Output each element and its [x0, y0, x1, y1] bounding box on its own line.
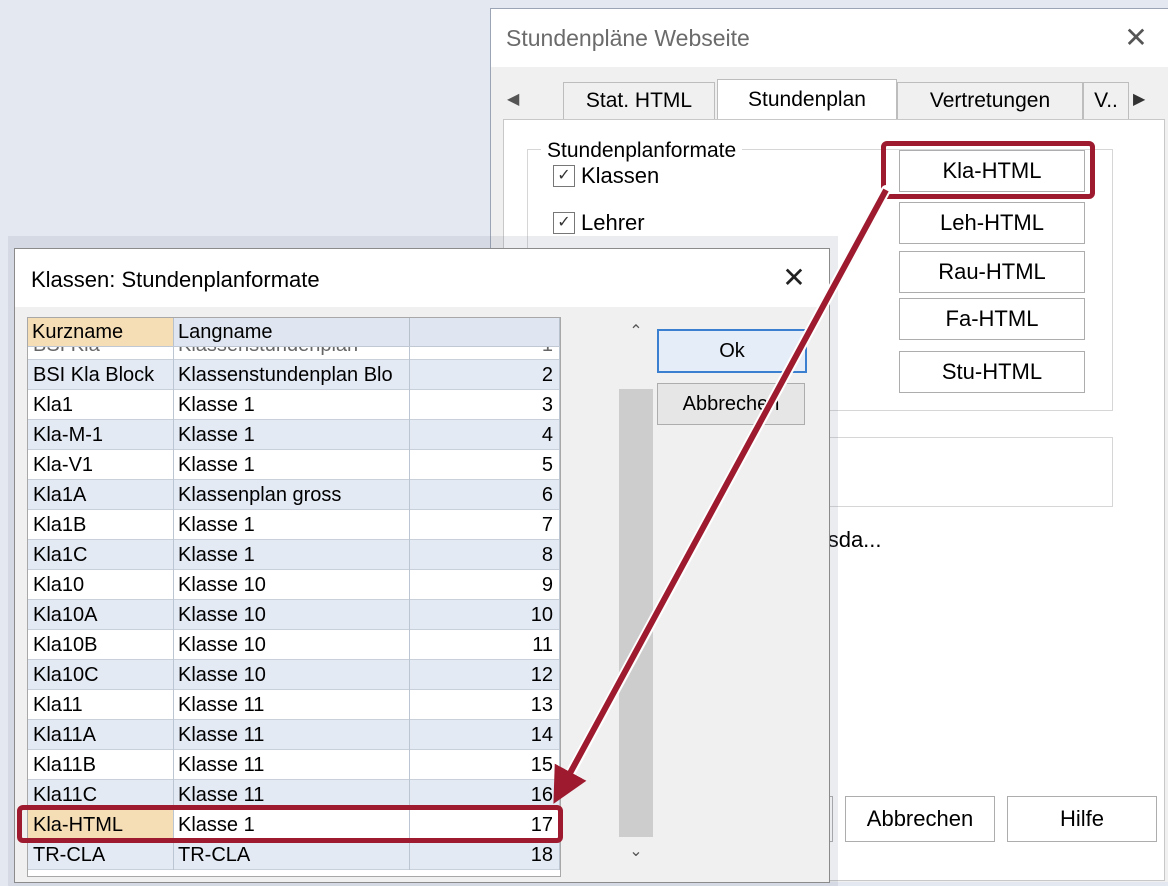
langname-cell: TR-CLA — [174, 840, 410, 870]
table-row[interactable]: BSI Kla Block Klassenstundenplan Blo 2 — [28, 360, 560, 390]
langname-cell: Klasse 1 — [174, 510, 410, 540]
table-row[interactable]: TR-CLA TR-CLA 18 — [28, 840, 560, 870]
langname-cell: Klasse 1 — [174, 420, 410, 450]
number-cell: 13 — [410, 690, 560, 720]
fa-html-button[interactable]: Fa-HTML — [899, 298, 1085, 340]
annotation-box-kla-html-row — [17, 805, 563, 843]
langname-cell: Klasse 10 — [174, 660, 410, 690]
stu-html-button[interactable]: Stu-HTML — [899, 351, 1085, 393]
number-cell: 10 — [410, 600, 560, 630]
table-row[interactable]: Kla1B Klasse 17 — [28, 510, 560, 540]
number-cell: 11 — [410, 630, 560, 660]
langname-cell: Klasse 1 — [174, 540, 410, 570]
rau-html-button[interactable]: Rau-HTML — [899, 251, 1085, 293]
kurzname-cell: Kla-M-1 — [28, 420, 174, 450]
kurzname-cell: BSI Kla Block — [28, 360, 174, 390]
table-row[interactable]: Kla11B Klasse 11 15 — [28, 750, 560, 780]
number-cell: 8 — [410, 540, 560, 570]
dialog-title: Stundenpläne Webseite — [506, 25, 750, 51]
klassen-checkbox[interactable]: ✓ — [553, 165, 575, 187]
close-icon[interactable]: ✕ — [779, 263, 809, 293]
column-header-kurzname[interactable]: Kurzname — [28, 318, 174, 346]
number-cell: 9 — [410, 570, 560, 600]
kurzname-cell: Kla10B — [28, 630, 174, 660]
number-cell: 6 — [410, 480, 560, 510]
scroll-down-icon[interactable]: ⌄ — [619, 841, 653, 865]
table-row[interactable]: Kla-M-1 Klasse 14 — [28, 420, 560, 450]
group-title: Stundenplanformate — [541, 139, 743, 163]
ok-button[interactable]: Ok — [657, 329, 807, 373]
column-header-number[interactable] — [410, 318, 560, 346]
table-row[interactable]: Kla1 Klasse 13 — [28, 390, 560, 420]
kurzname-cell: Kla10C — [28, 660, 174, 690]
table-row[interactable]: Kla10 Klasse 10 9 — [28, 570, 560, 600]
close-icon[interactable]: ✕ — [1121, 23, 1151, 53]
klassen-stundenplanformate-dialog: Klassen: Stundenplanformate ✕ BSI Kla Kl… — [14, 248, 830, 883]
kurzname-cell: Kla10A — [28, 600, 174, 630]
table-row[interactable]: Kla-V1 Klasse 15 — [28, 450, 560, 480]
langname-cell: Klasse 10 — [174, 570, 410, 600]
dialog-titlebar: Klassen: Stundenplanformate ✕ — [15, 249, 829, 307]
kurzname-cell: Kla1 — [28, 390, 174, 420]
scroll-up-icon[interactable]: ⌃ — [619, 321, 653, 351]
number-cell: 18 — [410, 840, 560, 870]
tab-scroll-right-icon[interactable]: ▶ — [1133, 89, 1145, 109]
table-row[interactable]: Kla10A Klasse 10 10 — [28, 600, 560, 630]
table-row[interactable]: Kla10C Klasse 10 12 — [28, 660, 560, 690]
langname-cell: Klasse 10 — [174, 600, 410, 630]
langname-cell: Klasse 10 — [174, 630, 410, 660]
abbrechen-button[interactable]: Abbrechen — [657, 383, 805, 425]
number-cell: 7 — [410, 510, 560, 540]
dialog-title: Klassen: Stundenplanformate — [31, 267, 320, 292]
table-row[interactable]: Kla1A Klassenplan gross 6 — [28, 480, 560, 510]
kurzname-cell: Kla11 — [28, 690, 174, 720]
tab-more[interactable]: V.. — [1083, 82, 1129, 119]
column-header-langname[interactable]: Langname — [174, 318, 410, 346]
langname-cell: Klassenstundenplan Blo — [174, 360, 410, 390]
kurzname-cell: TR-CLA — [28, 840, 174, 870]
table-row[interactable]: Kla11 Klasse 11 13 — [28, 690, 560, 720]
langname-cell: Klasse 11 — [174, 720, 410, 750]
number-cell: 3 — [410, 390, 560, 420]
langname-cell: Klasse 11 — [174, 690, 410, 720]
number-cell: 5 — [410, 450, 560, 480]
number-cell: 4 — [410, 420, 560, 450]
lehrer-checkbox[interactable]: ✓ — [553, 212, 575, 234]
leh-html-button[interactable]: Leh-HTML — [899, 202, 1085, 244]
scrollbar-thumb[interactable] — [619, 389, 653, 837]
langname-cell: Klasse 1 — [174, 450, 410, 480]
table-row[interactable]: Kla10B Klasse 10 11 — [28, 630, 560, 660]
lehrer-checkbox-label: Lehrer — [581, 210, 645, 235]
table-row[interactable]: Kla1C Klasse 18 — [28, 540, 560, 570]
kurzname-cell: Kla11B — [28, 750, 174, 780]
tab-stundenplan[interactable]: Stundenplan — [717, 79, 897, 120]
table-header: Kurzname Langname — [28, 318, 560, 347]
kurzname-cell: Kla1C — [28, 540, 174, 570]
table-row[interactable]: Kla11A Klasse 11 14 — [28, 720, 560, 750]
kurzname-cell: Kla-V1 — [28, 450, 174, 480]
number-cell: 12 — [410, 660, 560, 690]
annotation-box-kla-html-button — [881, 141, 1095, 199]
kurzname-cell: Kla1A — [28, 480, 174, 510]
number-cell: 15 — [410, 750, 560, 780]
dialog-titlebar: Stundenpläne Webseite ✕ — [491, 9, 1168, 67]
tab-stat-html[interactable]: Stat. HTML — [563, 82, 715, 119]
number-cell: 2 — [410, 360, 560, 390]
kurzname-cell: Kla1B — [28, 510, 174, 540]
klassen-checkbox-label: Klassen — [581, 163, 660, 188]
langname-cell: Klasse 11 — [174, 750, 410, 780]
help-button[interactable]: Hilfe — [1007, 796, 1157, 842]
formate-table[interactable]: BSI Kla Klassenstundenplan 1 Kurzname La… — [27, 317, 561, 877]
tab-vertretungen[interactable]: Vertretungen — [897, 82, 1083, 119]
tab-scroll-left-icon[interactable]: ◀ — [507, 89, 519, 109]
kurzname-cell: Kla10 — [28, 570, 174, 600]
kurzname-cell: Kla11A — [28, 720, 174, 750]
number-cell: 14 — [410, 720, 560, 750]
langname-cell: Klasse 1 — [174, 390, 410, 420]
langname-cell: Klassenplan gross — [174, 480, 410, 510]
cancel-button[interactable]: Abbrechen — [845, 796, 995, 842]
